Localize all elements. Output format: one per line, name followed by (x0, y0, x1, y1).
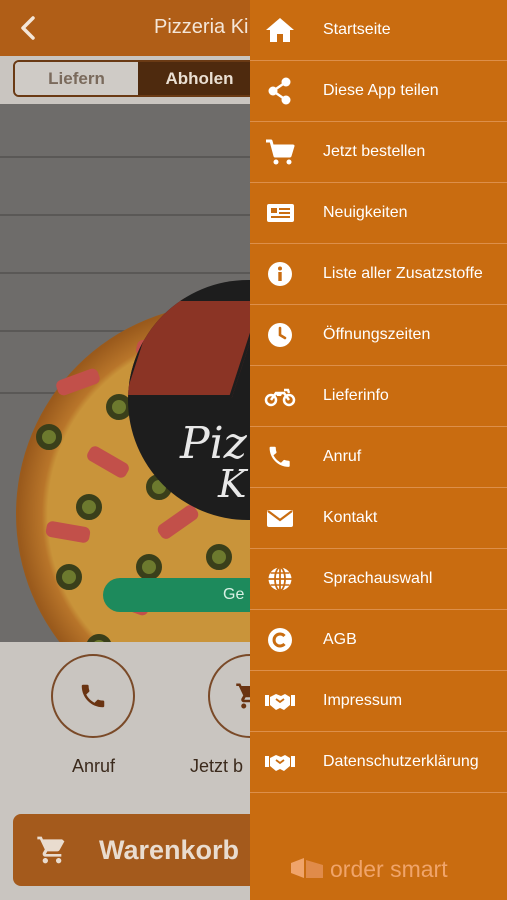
menu-item-terms[interactable]: AGB (250, 610, 507, 671)
phone-icon (81, 684, 105, 708)
share-icon (268, 77, 291, 105)
menu-item-label: Startseite (323, 21, 391, 38)
menu-item-label: Liste aller Zusatzstoffe (323, 265, 483, 282)
menu-item-label: Lieferinfo (323, 387, 389, 404)
cart-label: Warenkorb (99, 835, 240, 865)
menu-item-news[interactable]: Neuigkeiten (250, 183, 507, 244)
menu-item-additives[interactable]: Liste aller Zusatzstoffe (250, 244, 507, 305)
menu-item-label: AGB (323, 631, 357, 648)
clock-icon (268, 323, 292, 347)
order-smart-logo: order smart (290, 856, 460, 884)
order-smart-logo-icon (291, 858, 323, 878)
menu-item-contact[interactable]: Kontakt (250, 488, 507, 549)
menu-item-label: Datenschutzerklärung (323, 753, 479, 770)
side-drawer: Startseite Diese App teilen Jetzt bestel… (250, 0, 507, 900)
menu-item-label: Anruf (323, 448, 362, 465)
menu-item-label: Neuigkeiten (323, 204, 408, 221)
call-label: Anruf (72, 756, 116, 776)
menu-item-delivery-info[interactable]: Lieferinfo (250, 366, 507, 427)
menu-item-home[interactable]: Startseite (250, 0, 507, 61)
call-button[interactable] (51, 654, 135, 738)
menu-item-privacy-policy[interactable]: Datenschutzerklärung (250, 732, 507, 793)
envelope-icon (267, 510, 293, 527)
phone-icon (269, 446, 290, 467)
menu-item-label: Öffnungszeiten (323, 326, 431, 343)
menu-item-language[interactable]: Sprachauswahl (250, 549, 507, 610)
menu-item-share-app[interactable]: Diese App teilen (250, 61, 507, 122)
cart-button[interactable]: Warenkorb (13, 814, 263, 886)
info-icon (268, 262, 292, 286)
cart-icon (266, 139, 295, 165)
hero-image: Piz K Ge (0, 104, 250, 642)
deliver-tab[interactable]: Liefern (15, 62, 138, 95)
menu-item-label: Kontakt (323, 509, 378, 526)
cart-icon (37, 836, 65, 864)
newspaper-icon (267, 204, 294, 222)
motorcycle-icon (264, 388, 296, 407)
open-status-badge: Ge (103, 578, 250, 612)
menu-item-opening-hours[interactable]: Öffnungszeiten (250, 305, 507, 366)
handshake-icon (265, 694, 295, 710)
copyright-icon (268, 628, 292, 652)
menu-item-label: Sprachauswahl (323, 570, 433, 587)
logo-text-second-line: K (218, 462, 247, 506)
handshake-icon (265, 755, 295, 771)
back-arrow-icon[interactable] (16, 15, 42, 41)
home-icon (266, 18, 294, 42)
brand-name: order smart (330, 856, 448, 882)
menu-item-order-now[interactable]: Jetzt bestellen (250, 122, 507, 183)
order-mode-toggle[interactable]: Liefern Abholen (13, 60, 263, 97)
menu-item-label: Diese App teilen (323, 82, 439, 99)
menu-item-imprint[interactable]: Impressum (250, 671, 507, 732)
menu-item-label: Impressum (323, 692, 403, 709)
pickup-tab[interactable]: Abholen (138, 62, 261, 95)
order-now-label: Jetzt b (190, 756, 244, 776)
page-title: Pizzeria Ki (154, 16, 249, 38)
menu-item-call[interactable]: Anruf (250, 427, 507, 488)
menu-item-label: Jetzt bestellen (323, 143, 426, 160)
globe-icon (268, 566, 292, 592)
